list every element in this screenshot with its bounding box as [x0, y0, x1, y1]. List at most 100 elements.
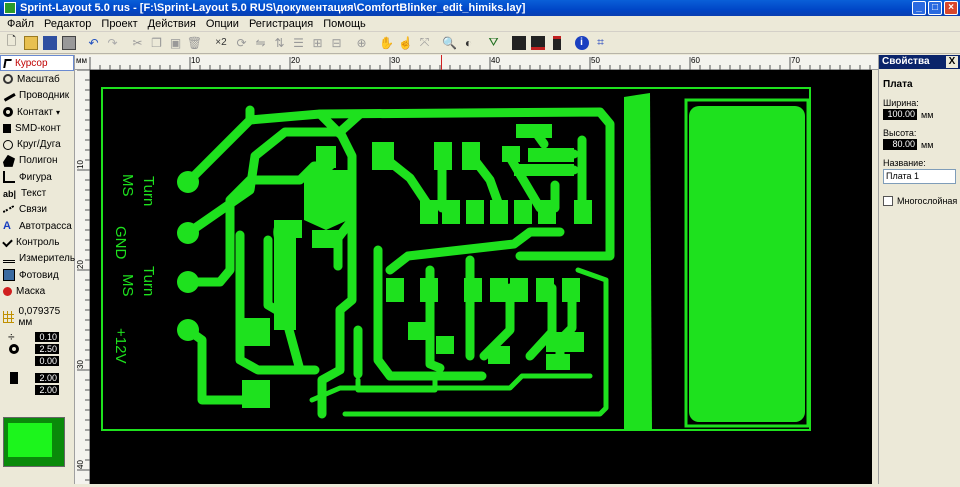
ruler-top-label-20: 20 [291, 56, 300, 65]
ic-pad-region[interactable] [304, 170, 348, 230]
rotate-icon[interactable]: ⟳ [232, 34, 251, 52]
label-turn-2: Turn [140, 266, 157, 296]
snap-icon[interactable]: ⊕ [352, 34, 371, 52]
cut-icon[interactable]: ✂ [128, 34, 147, 52]
redo-icon[interactable]: ↷ [103, 34, 122, 52]
multilayer-checkbox-row[interactable]: Многослойная [879, 184, 960, 206]
board-name-input[interactable]: Плата 1 [883, 169, 956, 184]
power-region[interactable] [273, 220, 296, 330]
tool-circle[interactable]: Круг/Дуга [0, 136, 74, 152]
autoroute-icon: A [3, 220, 11, 233]
hand-icon[interactable]: ✋ [377, 34, 396, 52]
new-file-icon[interactable]: 🗋 [2, 34, 21, 52]
tool-photo[interactable]: Фотовид [0, 267, 74, 283]
zoom-icon[interactable]: 🔍 [440, 34, 459, 52]
pad-outer-value[interactable]: 2.50 [35, 344, 59, 355]
tool-pad[interactable]: Контакт ▾ [0, 104, 74, 120]
menu-registration[interactable]: Регистрация [244, 18, 318, 30]
hand2-icon[interactable]: ☝ [396, 34, 415, 52]
ruler-left-label-40: 40 [75, 460, 85, 469]
ground-bus[interactable] [624, 93, 652, 430]
menu-help[interactable]: Помощь [318, 18, 371, 30]
smd-height-value[interactable]: 2.00 [35, 385, 59, 396]
connections-icon [2, 205, 16, 215]
grid-size[interactable]: 0,079375 мм [0, 306, 74, 328]
ungroup-icon[interactable]: ⊟ [327, 34, 346, 52]
drc-icon[interactable] [528, 34, 547, 52]
heatsink-pad[interactable] [689, 106, 805, 422]
ruler-top-label-30: 30 [391, 56, 400, 65]
group-icon[interactable]: ⊞ [308, 34, 327, 52]
maximize-button[interactable]: □ [928, 1, 942, 15]
menu-bar: Файл Редактор Проект Действия Опции Реги… [0, 16, 960, 32]
pan-icon[interactable]: ⤧ [415, 34, 434, 52]
ruler-left-label-20: 20 [75, 260, 85, 269]
minimize-button[interactable]: _ [912, 1, 926, 15]
measure-icon [3, 255, 15, 263]
properties-panel: Свойства X Плата Ширина: 100.00 мм Высот… [878, 55, 960, 484]
multilayer-label: Многослойная [897, 196, 958, 206]
track-width-value[interactable]: 0.10 [35, 332, 59, 343]
print-icon[interactable] [59, 34, 78, 52]
tool-text[interactable]: ab| Текст [0, 185, 74, 201]
menu-edit[interactable]: Редактор [39, 18, 96, 30]
ruler-left-label-10: 10 [75, 160, 85, 169]
open-folder-icon[interactable] [21, 34, 40, 52]
tool-polygon[interactable]: Полигон [0, 153, 74, 169]
undo-icon[interactable]: ↶ [84, 34, 103, 52]
view-icon[interactable]: ◐ [459, 34, 478, 52]
pcb-canvas[interactable]: Turn MS GND Turn MS +12V [90, 70, 872, 484]
tool-shape[interactable]: Фигура [0, 169, 74, 185]
ruler-top-label-40: 40 [491, 56, 500, 65]
properties-close-button[interactable]: X [946, 56, 958, 68]
tool-cursor[interactable]: Курсор [0, 55, 74, 72]
width-field[interactable]: 100.00 [883, 109, 917, 120]
tools-panel: Курсор Масштаб Проводник Контакт ▾ SMD-ко… [0, 55, 75, 484]
menu-file[interactable]: Файл [2, 18, 39, 30]
menu-options[interactable]: Опции [201, 18, 244, 30]
board-section-title: Плата [883, 79, 913, 90]
paste-icon[interactable]: ▣ [166, 34, 185, 52]
tool-measure[interactable]: Измеритель [0, 251, 75, 267]
battery-icon[interactable] [547, 34, 566, 52]
track-width-row: ÷ 0.10 [0, 330, 74, 345]
ruler-top: мм 10 20 30 40 50 60 70 [75, 55, 878, 70]
ruler-top-label-70: 70 [791, 56, 800, 65]
height-field[interactable]: 80.00 [883, 139, 917, 150]
pad-inner-value[interactable]: 0.00 [35, 356, 59, 367]
tool-smd[interactable]: SMD-конт [0, 120, 74, 136]
properties-title: Свойства [882, 56, 930, 67]
label-ms-1: MS [119, 174, 136, 197]
tool-connections[interactable]: Связи [0, 202, 74, 218]
info-question-icon[interactable] [509, 34, 528, 52]
multilayer-checkbox[interactable] [883, 196, 893, 206]
track-width-icon: ÷ [8, 330, 15, 345]
menu-actions[interactable]: Действия [143, 18, 201, 30]
tool-autoroute[interactable]: A Автотрасса [0, 218, 74, 234]
tool-zoom[interactable]: Масштаб [0, 71, 74, 87]
duplicate-button[interactable]: ×2 [210, 34, 232, 52]
copy-icon[interactable]: ❐ [147, 34, 166, 52]
align-icon[interactable]: ☰ [289, 34, 308, 52]
delete-icon[interactable]: 🗑 [185, 34, 204, 52]
mirror-h-icon[interactable]: ⇋ [251, 34, 270, 52]
drc-filter-icon[interactable]: ⛛ [484, 34, 503, 52]
tool-track[interactable]: Проводник [0, 88, 74, 104]
pcb-layout: Turn MS GND Turn MS +12V [101, 87, 811, 431]
window-controls: _ □ × [912, 1, 958, 15]
close-button[interactable]: × [944, 1, 958, 15]
layer-preview-fill [8, 423, 52, 457]
smd-width-value[interactable]: 2.00 [35, 373, 59, 384]
info-icon[interactable]: i [572, 34, 591, 52]
mirror-v-icon[interactable]: ⇅ [270, 34, 289, 52]
height-row: 80.00 мм [879, 139, 960, 150]
width-label: Ширина: [883, 98, 919, 108]
crop-icon[interactable]: ⌗ [591, 34, 610, 52]
smd-h-row: 2.00 [0, 384, 74, 396]
tool-mask[interactable]: Маска [0, 283, 74, 299]
tool-check[interactable]: Контроль [0, 234, 74, 250]
menu-project[interactable]: Проект [96, 18, 142, 30]
cursor-icon [3, 58, 12, 68]
layer-preview[interactable] [3, 417, 65, 467]
save-icon[interactable] [40, 34, 59, 52]
